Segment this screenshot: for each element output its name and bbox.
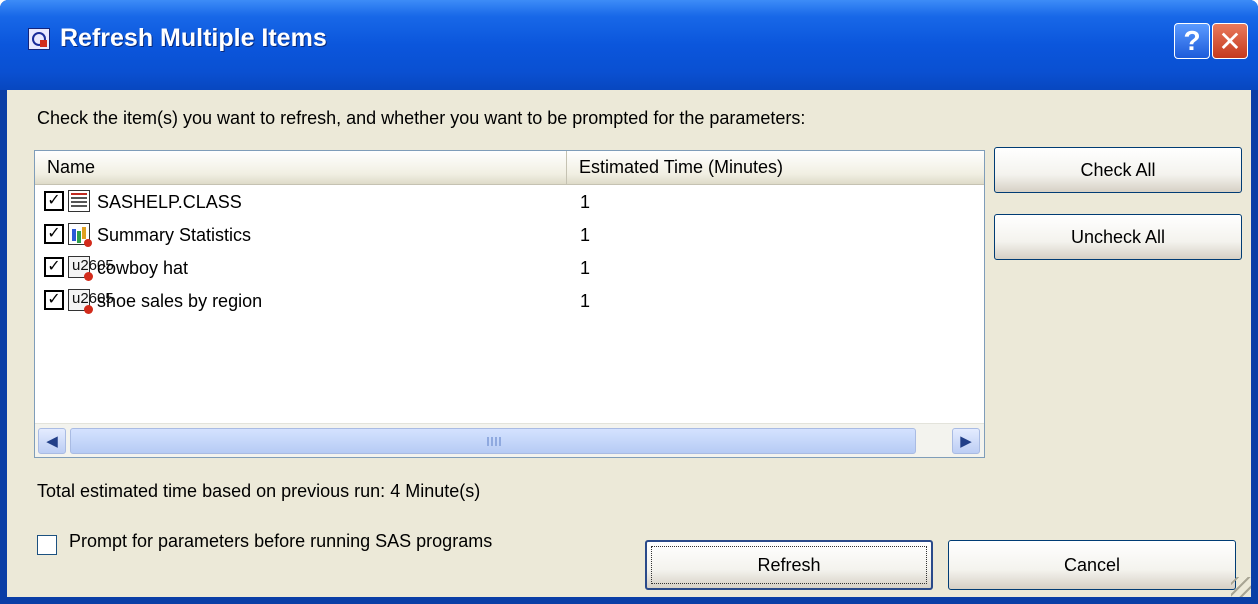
refresh-multiple-items-dialog: Refresh Multiple Items ? ✕ Check the ite… (0, 0, 1258, 604)
item-name: cowboy hat (97, 258, 189, 278)
list-item[interactable]: ✓ shoe sales by region 1 (35, 286, 984, 319)
item-estimated-time: 1 (580, 225, 591, 245)
statistics-task-icon (68, 223, 92, 247)
item-checkbox[interactable]: ✓ (44, 224, 64, 244)
column-header-name[interactable]: Name (35, 151, 567, 184)
prompt-parameters-label[interactable]: Prompt for parameters before running SAS… (69, 531, 492, 552)
check-all-button[interactable]: Check All (994, 147, 1242, 193)
item-checkbox[interactable]: ✓ (44, 191, 64, 211)
instruction-text: Check the item(s) you want to refresh, a… (37, 108, 806, 128)
item-estimated-time: 1 (580, 291, 591, 311)
cancel-button[interactable]: Cancel (948, 540, 1236, 590)
item-name: SASHELP.CLASS (97, 192, 242, 212)
item-estimated-time: 1 (580, 258, 591, 278)
list-item[interactable]: ✓ Summary Statistics 1 (35, 220, 984, 253)
close-button[interactable]: ✕ (1212, 23, 1248, 59)
column-header-estimated-time[interactable]: Estimated Time (Minutes) (567, 151, 984, 184)
scroll-right-icon[interactable]: ▶ (952, 428, 980, 454)
data-table-icon (68, 190, 90, 212)
item-estimated-time: 1 (580, 192, 591, 212)
resize-grip-icon[interactable] (1231, 577, 1251, 597)
sas-app-icon (28, 28, 50, 50)
item-checkbox[interactable]: ✓ (44, 257, 64, 277)
items-list[interactable]: Name Estimated Time (Minutes) ✓ SASHELP.… (34, 150, 985, 458)
list-item[interactable]: ✓ SASHELP.CLASS 1 (35, 187, 984, 220)
item-name: Summary Statistics (97, 225, 252, 245)
dialog-body: Check the item(s) you want to refresh, a… (7, 90, 1251, 597)
sas-program-icon (68, 256, 114, 281)
horizontal-scrollbar[interactable]: ◀ ▶ (35, 423, 984, 457)
item-checkbox[interactable]: ✓ (44, 290, 64, 310)
scroll-thumb[interactable] (70, 428, 916, 454)
window-title: Refresh Multiple Items (60, 24, 327, 52)
grip-icon (487, 437, 501, 446)
uncheck-all-button[interactable]: Uncheck All (994, 214, 1242, 260)
scroll-left-icon[interactable]: ◀ (38, 428, 66, 454)
help-button[interactable]: ? (1174, 23, 1210, 59)
title-bar[interactable]: Refresh Multiple Items ? ✕ (0, 0, 1258, 90)
refresh-button[interactable]: Refresh (645, 540, 933, 590)
sas-program-icon (68, 289, 114, 314)
prompt-parameters-checkbox[interactable] (37, 535, 57, 555)
list-header: Name Estimated Time (Minutes) (35, 151, 984, 185)
item-name: shoe sales by region (97, 291, 263, 311)
list-item[interactable]: ✓ cowboy hat 1 (35, 253, 984, 286)
total-estimated-time: Total estimated time based on previous r… (37, 481, 481, 501)
